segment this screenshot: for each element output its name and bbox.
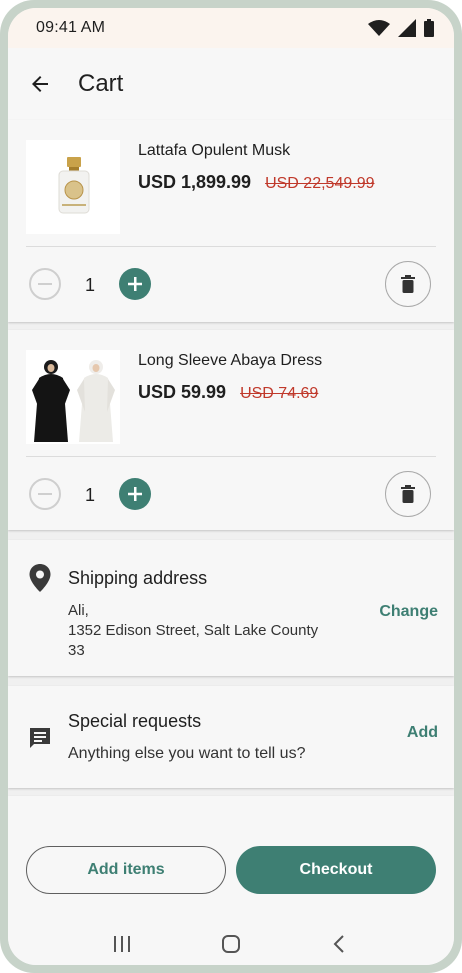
increase-quantity-button[interactable]: [119, 268, 151, 300]
status-time: 09:41 AM: [36, 19, 106, 36]
abaya-image: [26, 350, 120, 444]
spacer-card: [8, 796, 454, 826]
screen: 09:41 AM Cart Lattafa Opulent Musk USD 1…: [8, 8, 454, 965]
address-street: 1352 Edison Street, Salt Lake County: [68, 622, 319, 639]
home-button[interactable]: [213, 926, 249, 962]
location-pin-icon: [29, 564, 51, 592]
status-bar: 09:41 AM: [8, 8, 454, 48]
minus-icon: [38, 283, 52, 285]
recent-apps-icon: [114, 936, 131, 952]
price-row: USD 59.99 USD 74.69: [138, 382, 318, 403]
wifi-icon: [368, 20, 390, 36]
home-icon: [221, 935, 240, 953]
product-name[interactable]: Long Sleeve Abaya Dress: [138, 352, 322, 370]
special-requests-subtitle: Anything else you want to tell us?: [68, 745, 306, 762]
battery-icon: [424, 19, 434, 37]
minus-icon: [38, 493, 52, 495]
original-price: USD 22,549.99: [265, 175, 375, 192]
bottom-action-bar: Add items Checkout: [8, 826, 454, 965]
change-address-button[interactable]: Change: [379, 603, 438, 621]
back-button[interactable]: [16, 60, 64, 108]
address-zip: 33: [68, 642, 85, 659]
quantity-value: 1: [84, 275, 95, 295]
message-icon: [30, 728, 50, 748]
product-image-abaya[interactable]: [26, 350, 120, 444]
special-requests-title: Special requests: [68, 711, 202, 731]
increase-quantity-button[interactable]: [119, 478, 151, 510]
checkout-button[interactable]: Checkout: [236, 846, 436, 894]
arrow-left-icon: [32, 76, 48, 92]
app-bar: Cart: [8, 48, 454, 120]
divider: [26, 456, 436, 457]
cart-item-abaya: Long Sleeve Abaya Dress USD 59.99 USD 74…: [8, 330, 454, 530]
page-title: Cart: [78, 70, 124, 97]
add-request-button[interactable]: Add: [407, 724, 438, 742]
divider: [26, 246, 436, 247]
delete-item-button[interactable]: [385, 471, 431, 517]
quantity-value: 1: [84, 485, 95, 505]
perfume-image: [26, 140, 120, 234]
decrease-quantity-button[interactable]: [29, 478, 61, 510]
plus-icon: [128, 277, 142, 291]
shipping-title: Shipping address: [68, 568, 208, 588]
delete-item-button[interactable]: [385, 261, 431, 307]
back-nav-button[interactable]: [322, 926, 358, 962]
chevron-left-icon: [333, 935, 344, 953]
original-price: USD 74.69: [240, 385, 319, 402]
trash-icon: [401, 275, 415, 293]
product-name[interactable]: Lattafa Opulent Musk: [138, 142, 290, 160]
cart-item-perfume: Lattafa Opulent Musk USD 1,899.99 USD 22…: [8, 120, 454, 322]
current-price: USD 59.99: [138, 382, 227, 402]
plus-icon: [128, 487, 142, 501]
price-row: USD 1,899.99 USD 22,549.99: [138, 172, 374, 193]
product-image-perfume[interactable]: [26, 140, 120, 234]
phone-frame: 09:41 AM Cart Lattafa Opulent Musk USD 1…: [0, 0, 462, 973]
decrease-quantity-button[interactable]: [29, 268, 61, 300]
add-items-button[interactable]: Add items: [26, 846, 226, 894]
status-icons: [368, 19, 434, 37]
signal-icon: [398, 19, 416, 37]
address-name: Ali,: [68, 602, 89, 619]
system-nav-bar: [8, 926, 454, 962]
special-requests-card[interactable]: Special requests Anything else you want …: [8, 686, 454, 788]
recent-apps-button[interactable]: [104, 926, 140, 962]
trash-icon: [401, 485, 415, 503]
shipping-address-card: Shipping address Ali, 1352 Edison Street…: [8, 540, 454, 676]
current-price: USD 1,899.99: [138, 172, 252, 192]
